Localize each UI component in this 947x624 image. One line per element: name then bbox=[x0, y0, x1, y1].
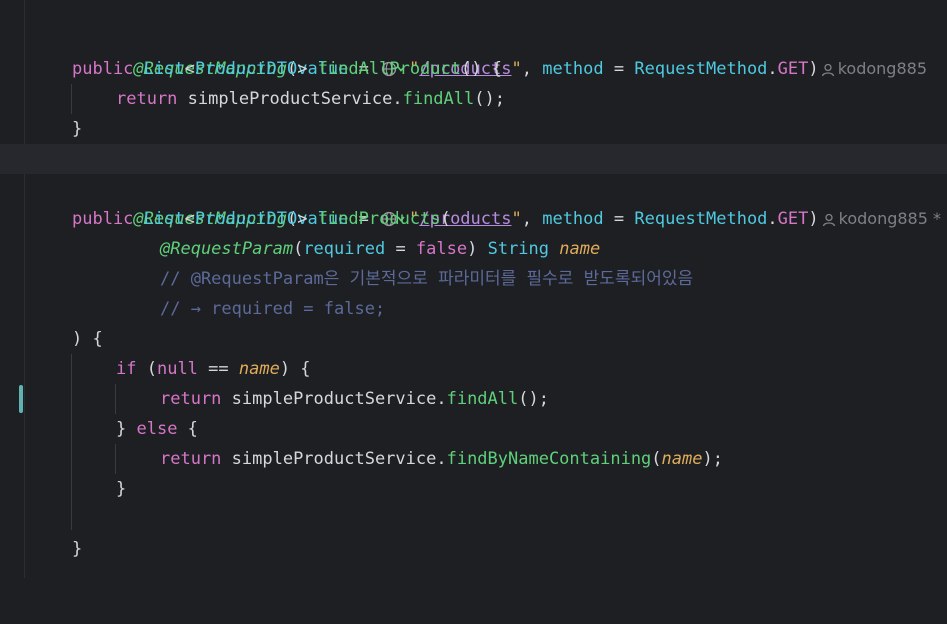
code-token: = bbox=[385, 239, 416, 259]
change-marker[interactable] bbox=[19, 385, 23, 413]
code-token: < bbox=[184, 59, 195, 79]
code-token: ) { bbox=[72, 329, 103, 349]
code-token: } bbox=[116, 419, 137, 439]
code-line-13[interactable]: return simpleProductService.findAll(); bbox=[25, 384, 947, 414]
code-line-17[interactable] bbox=[25, 504, 947, 534]
code-token: simpleProductService. bbox=[231, 389, 447, 409]
code-token: String bbox=[487, 239, 550, 259]
author-inlay[interactable]: kodong885 bbox=[790, 24, 927, 78]
code-token: ( bbox=[293, 239, 304, 259]
code-line-14[interactable]: } else { bbox=[25, 414, 947, 444]
code-token: ProductDTO bbox=[194, 209, 298, 229]
comment: // @RequestParam은 기본적으로 파라미터를 필수로 받도록되어있… bbox=[160, 269, 694, 289]
code-line-16[interactable]: } bbox=[25, 474, 947, 504]
current-line[interactable] bbox=[0, 144, 947, 174]
code-token: if bbox=[116, 359, 137, 379]
code-token: ProductDTO bbox=[194, 59, 298, 79]
code-token: < bbox=[184, 209, 195, 229]
code-line-12[interactable]: if (null == name) { bbox=[25, 354, 947, 384]
code-token: simpleProductService. bbox=[231, 449, 447, 469]
code-line-6[interactable]: @RequestMapping(value = "/products", met… bbox=[25, 174, 947, 229]
code-token: ( bbox=[440, 209, 451, 229]
code-token: public bbox=[72, 59, 144, 79]
author-inlay[interactable]: kodong885 * bbox=[791, 174, 941, 228]
code-token: name bbox=[559, 239, 601, 259]
code-token: return bbox=[160, 449, 232, 469]
code-token: > bbox=[297, 59, 318, 79]
code-token: findAll bbox=[402, 89, 475, 109]
code-token: (); bbox=[518, 389, 549, 409]
code-token: > bbox=[297, 209, 318, 229]
code-line-18[interactable]: } bbox=[25, 534, 947, 564]
code-editor[interactable]: @RequestMapping(value = "/products", met… bbox=[0, 0, 947, 578]
code-token: ); bbox=[702, 449, 723, 469]
code-token: name bbox=[661, 449, 703, 469]
method-name: findAllProduct bbox=[317, 59, 461, 79]
code-token: null bbox=[156, 359, 198, 379]
comment: // → required = false; bbox=[160, 299, 386, 319]
code-token: required bbox=[303, 239, 386, 259]
code-token: findAll bbox=[446, 389, 519, 409]
code-token: List bbox=[143, 209, 185, 229]
code-token: == bbox=[197, 359, 239, 379]
method-name: findProducts bbox=[317, 209, 441, 229]
code-token: ) { bbox=[279, 359, 311, 379]
code-token: public bbox=[72, 209, 144, 229]
code-line-9[interactable]: // @RequestParam은 기본적으로 파라미터를 필수로 받도록되어있… bbox=[25, 264, 947, 294]
code-line-10[interactable]: // → required = false; bbox=[25, 294, 947, 324]
code-token: simpleProductService. bbox=[187, 89, 403, 109]
code-token: else bbox=[136, 419, 178, 439]
code-line-15[interactable]: return simpleProductService.findByNameCo… bbox=[25, 444, 947, 474]
code-line-1[interactable]: @RequestMapping(value = "/products", met… bbox=[25, 24, 947, 79]
code-token: ( bbox=[651, 449, 662, 469]
code-line-3[interactable]: return simpleProductService.findAll(); bbox=[25, 84, 947, 114]
code-token: } bbox=[72, 539, 83, 559]
code-token: (); bbox=[474, 89, 505, 109]
code-line-4[interactable]: } bbox=[25, 114, 947, 144]
code-line-7[interactable]: public List<ProductDTO> findProducts( bbox=[25, 204, 947, 234]
code-token: } bbox=[72, 119, 83, 139]
code-token: findByNameContaining bbox=[446, 449, 652, 469]
editor-gutter[interactable] bbox=[0, 0, 25, 578]
code-token: false bbox=[415, 239, 468, 259]
code-token: List bbox=[143, 59, 185, 79]
code-token: return bbox=[160, 389, 232, 409]
code-line-11[interactable]: ) { bbox=[25, 324, 947, 354]
code-token: ) bbox=[467, 239, 488, 259]
code-token: name bbox=[238, 359, 280, 379]
code-token: } bbox=[116, 479, 127, 499]
annotation: @RequestParam bbox=[160, 239, 294, 259]
code-line-2[interactable]: public List<ProductDTO> findAllProduct()… bbox=[25, 54, 947, 84]
code-token: ( bbox=[136, 359, 157, 379]
code-token: () { bbox=[461, 59, 502, 79]
code-line-8[interactable]: @RequestParam(required = false) String n… bbox=[25, 234, 947, 264]
code-token: return bbox=[116, 89, 188, 109]
code-token: { bbox=[177, 419, 198, 439]
